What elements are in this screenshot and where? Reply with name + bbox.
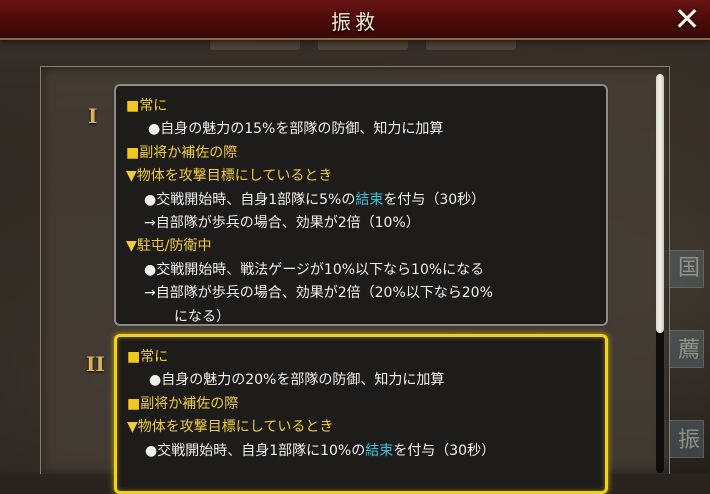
effect-garrison: ●交戦開始時、戦法ゲージが10%以下なら10%になる [144,261,485,278]
title-bar: 振救 ✕ [0,0,710,40]
level-numeral-1: I [88,104,98,128]
level-numeral-2: II [86,352,105,376]
section-header-aide: ■副将か補佐の際 [126,144,238,161]
section-header-always: ■常に [127,349,169,365]
section-header-always: ■常に [126,98,168,114]
section-header-aide: ■副将か補佐の際 [127,395,239,412]
condition-attack-object: ▼物体を攻撃目標にしているとき [126,168,333,185]
close-icon[interactable]: ✕ [670,2,704,36]
scrollbar[interactable] [656,74,664,473]
effect-always: ●自身の魅力の15%を部隊の防御、知力に加算 [148,121,444,138]
window-title: 振救 [331,10,379,34]
effect-attack: ●交戦開始時、自身1部隊に10%の結束を付与（30秒） [145,442,496,459]
scrollbar-thumb[interactable] [656,74,664,333]
keyword-link[interactable]: 結束 [355,192,383,208]
condition-attack-object: ▼物体を攻撃目標にしているとき [127,419,334,436]
keyword-link[interactable]: 結束 [365,443,393,459]
effect-always: ●自身の魅力の20%を部隊の防御、知力に加算 [149,372,445,389]
effect-attack-note: →自部隊が歩兵の場合、効果が2倍（10%） [144,215,420,232]
effect-garrison-note: →自部隊が歩兵の場合、効果が2倍（20%以下なら20% [144,285,493,302]
condition-garrison: ▼駐屯/防衛中 [126,238,212,255]
effect-garrison-note-cont: になる） [174,308,230,325]
level-card-1[interactable]: ■常に ●自身の魅力の15%を部隊の防御、知力に加算 ■副将か補佐の際 ▼物体を… [114,84,608,326]
level-card-2-selected[interactable]: ■常に ●自身の魅力の20%を部隊の防御、知力に加算 ■副将か補佐の際 ▼物体を… [114,334,608,494]
effect-attack: ●交戦開始時、自身1部隊に5%の結束を付与（30秒） [144,191,486,208]
